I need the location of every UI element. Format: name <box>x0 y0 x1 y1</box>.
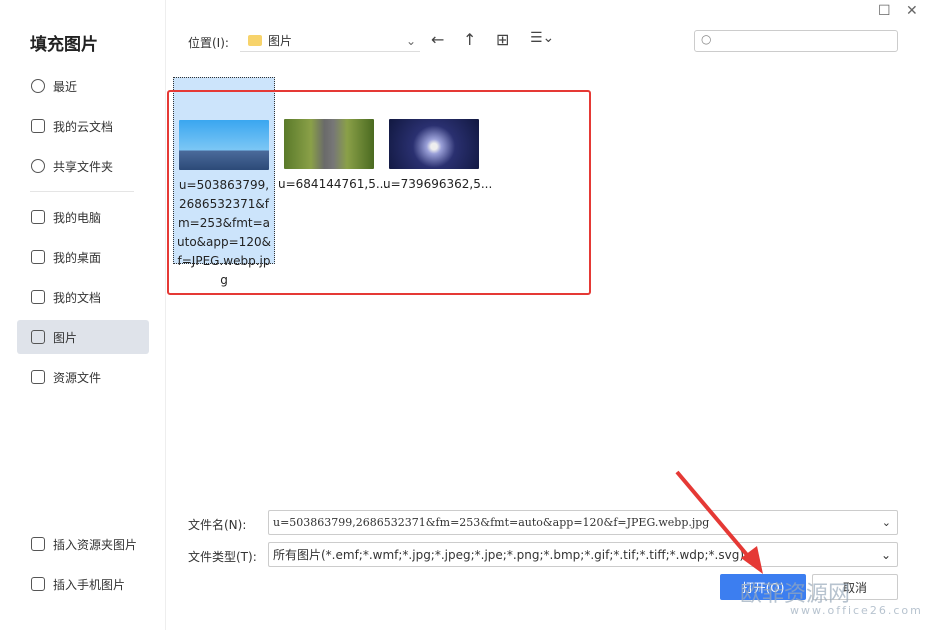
share-icon <box>31 159 45 173</box>
computer-icon <box>31 210 45 224</box>
search-icon: ○ <box>701 32 712 46</box>
sidebar: 填充图片 最近 我的云文档 共享文件夹 我的电脑 我的桌面 我的文档 图片 资源… <box>0 0 166 630</box>
new-folder-icon[interactable]: ⊞ <box>496 30 509 49</box>
cloud-doc-icon <box>31 119 45 133</box>
sidebar-item-pictures[interactable]: 图片 <box>17 320 149 354</box>
divider <box>30 191 134 192</box>
chevron-down-icon: ⌄ <box>405 33 416 48</box>
sidebar-item-cloud[interactable]: 我的云文档 <box>17 109 149 143</box>
clock-icon <box>31 79 45 93</box>
filetype-select[interactable]: 所有图片(*.emf;*.wmf;*.jpg;*.jpeg;*.jpe;*.pn… <box>268 542 898 567</box>
insert-phone-image[interactable]: 插入手机图片 <box>17 567 167 601</box>
chevron-down-icon: ⌄ <box>881 516 891 529</box>
highlight-annotation <box>167 90 591 295</box>
red-arrow-annotation <box>675 470 763 574</box>
sidebar-item-shared[interactable]: 共享文件夹 <box>17 149 149 183</box>
folder-image-icon <box>31 537 45 551</box>
filetype-label: 文件类型(T): <box>188 550 257 564</box>
filename-input[interactable]: u=503863799,2686532371&fm=253&fmt=auto&a… <box>268 510 898 535</box>
close-button[interactable]: ✕ <box>906 3 918 19</box>
up-arrow-icon[interactable]: ↑ <box>463 30 476 49</box>
maximize-button[interactable]: ☐ <box>878 3 891 19</box>
location-dropdown[interactable]: 图片 ⌄ <box>240 30 420 52</box>
pictures-icon <box>31 330 45 344</box>
phone-image-icon <box>31 577 45 591</box>
sidebar-item-computer[interactable]: 我的电脑 <box>17 200 149 234</box>
back-arrow-icon[interactable]: ← <box>431 30 444 49</box>
folder-icon <box>31 370 45 384</box>
chevron-down-icon: ⌄ <box>880 547 891 562</box>
sidebar-item-recent[interactable]: 最近 <box>17 69 149 103</box>
documents-icon <box>31 290 45 304</box>
folder-icon <box>248 35 262 46</box>
sidebar-item-desktop[interactable]: 我的桌面 <box>17 240 149 274</box>
view-mode-icon[interactable]: ☰⌄ <box>530 30 554 46</box>
search-input[interactable]: ○ <box>694 30 898 52</box>
insert-resource-folder-image[interactable]: 插入资源夹图片 <box>17 527 167 561</box>
sidebar-item-documents[interactable]: 我的文档 <box>17 280 149 314</box>
desktop-icon <box>31 250 45 264</box>
location-label: 位置(I): <box>188 36 229 50</box>
sidebar-item-resources[interactable]: 资源文件 <box>17 360 149 394</box>
dialog-title: 填充图片 <box>30 35 98 55</box>
filename-label: 文件名(N): <box>188 518 247 532</box>
watermark-url: www.office26.com <box>790 604 923 617</box>
